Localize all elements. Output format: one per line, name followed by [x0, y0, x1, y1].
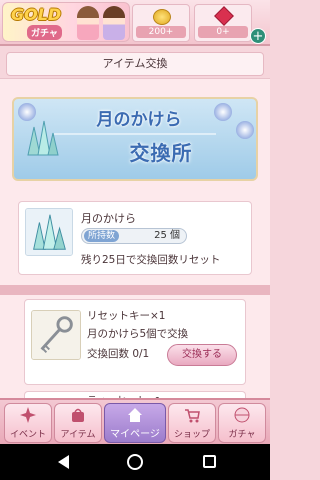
exchange-count: 交換回数 0/1 [87, 348, 150, 360]
exchange-panel[interactable]: 月のかけら 交換所 月のかけら 所持数 25 個 残り25日で交換回数リセット … [0, 78, 270, 405]
nav-gacha-label: ガチャ [228, 430, 256, 440]
exchange-button[interactable]: 交換する [167, 344, 237, 366]
character-portrait [77, 6, 99, 40]
exchange-item-name: リセットキー×1 [87, 310, 166, 322]
gold-banner-subtitle: ガチャ [27, 25, 62, 40]
bottom-nav: イベント アイテム マイページ ショップ ガチャ [0, 398, 270, 444]
holding-count-value: 25 個 [154, 230, 180, 241]
gem-value: 0+ [198, 26, 248, 38]
moon-fragment-icon [25, 208, 73, 256]
nav-event-label: イベント [9, 430, 46, 440]
holding-count: 所持数 25 個 [81, 228, 187, 244]
nav-shop-label: ショップ [173, 430, 210, 440]
house-icon [128, 408, 142, 422]
crystal-icon [27, 120, 59, 156]
section-divider [0, 285, 270, 295]
banner-ribbon [54, 133, 216, 135]
gem-icon [214, 6, 234, 26]
recent-apps-icon[interactable] [203, 455, 216, 468]
event-banner: 月のかけら 交換所 [12, 97, 258, 181]
holding-card: 月のかけら 所持数 25 個 残り25日で交換回数リセット [18, 201, 252, 275]
nav-event[interactable]: イベント [4, 403, 52, 443]
cart-icon [185, 409, 200, 423]
event-banner-title: 月のかけら [96, 110, 182, 130]
home-icon[interactable] [127, 454, 143, 470]
nav-item[interactable]: アイテム [54, 403, 102, 443]
page-title: アイテム交換 [6, 52, 264, 76]
reset-key-icon [31, 310, 81, 360]
sparkle-icon [20, 407, 36, 423]
exchange-item-cost: 月のかけら5個で交換 [87, 328, 189, 340]
rose-icon [18, 103, 36, 121]
reset-notice: 残り25日で交換回数リセット [81, 254, 221, 266]
rose-icon [236, 121, 254, 139]
rose-icon [214, 103, 232, 121]
exchange-item-card: リセットキー×1 月のかけら5個で交換 交換回数 0/1 交換する [24, 299, 246, 385]
back-icon[interactable] [58, 455, 69, 469]
gem-counter: 0+ [194, 4, 252, 42]
add-currency-button[interactable]: + [250, 28, 266, 44]
event-banner-subtitle: 交換所 [129, 141, 193, 165]
top-bar: GOLD ガチャ 200+ 0+ + [0, 0, 270, 46]
nav-gacha[interactable]: ガチャ [218, 403, 266, 443]
capsule-icon [234, 407, 250, 423]
nav-shop[interactable]: ショップ [168, 403, 216, 443]
coin-counter: 200+ [132, 4, 190, 42]
holding-count-label: 所持数 [84, 230, 120, 242]
bag-icon [72, 408, 84, 422]
gold-gacha-banner[interactable]: GOLD ガチャ [2, 2, 130, 42]
gold-banner-title: GOLD [11, 5, 62, 24]
coin-value: 200+ [136, 26, 186, 38]
system-nav-bar [0, 444, 270, 480]
nav-mypage-label: マイページ [110, 429, 160, 440]
coin-icon [153, 9, 171, 25]
holding-item-name: 月のかけら [81, 212, 136, 225]
character-portrait [103, 6, 125, 40]
nav-mypage[interactable]: マイページ [104, 403, 166, 443]
nav-item-label: アイテム [60, 430, 96, 440]
